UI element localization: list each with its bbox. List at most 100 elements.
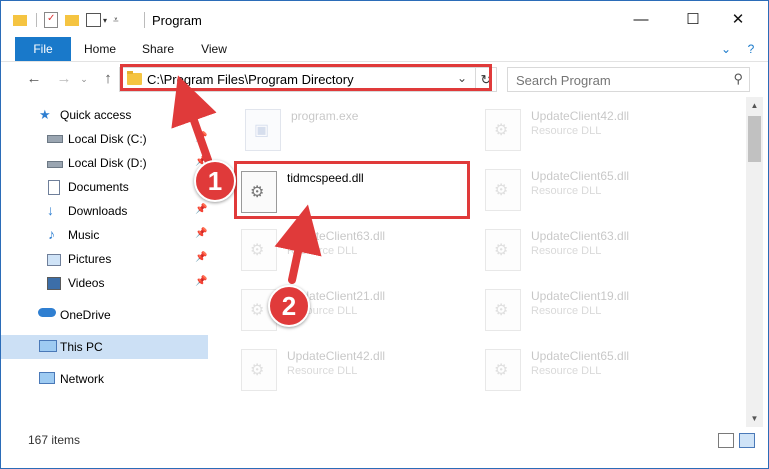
nav-item-label: Downloads [68,204,128,218]
help-icon[interactable]: ? [742,40,760,58]
nav-item-downloads[interactable]: ↓ Downloads 📌 [1,199,208,223]
list-item[interactable]: UpdateClient42.dll Resource DLL [241,345,451,395]
nav-quick-access[interactable]: ★ Quick access [1,103,208,127]
file-name: UpdateClient63.dll [287,229,386,243]
star-icon: ★ [39,107,51,122]
qa-dropdown-icon[interactable]: ⩡ [113,15,119,26]
search-box[interactable]: ⚲ [507,67,750,92]
forward-button[interactable]: → [53,69,75,89]
file-name: UpdateClient19.dll [531,289,630,303]
window-title: Program [152,13,202,28]
file-type: Resource DLL [531,365,602,377]
nav-item-label: OneDrive [60,308,111,322]
tab-home[interactable]: Home [79,37,121,61]
list-item[interactable]: UpdateClient42.dll Resource DLL [485,105,695,155]
folder-icon[interactable] [13,14,27,26]
nav-item-documents[interactable]: Documents 📌 [1,175,208,199]
nav-item-pictures[interactable]: Pictures 📌 [1,247,208,271]
nav-item-onedrive[interactable]: OneDrive [1,303,208,327]
nav-item-this-pc[interactable]: This PC [1,335,208,359]
minimize-button[interactable]: — [618,1,664,37]
nav-item-label: Videos [68,276,105,290]
file-name: UpdateClient63.dll [531,229,630,243]
nav-item-videos[interactable]: Videos 📌 [1,271,208,295]
list-item[interactable]: UpdateClient65.dll Resource DLL [485,345,695,395]
file-type: Resource DLL [531,305,602,317]
pin-icon[interactable]: 📌 [195,204,207,215]
chevron-down-icon[interactable]: ⌄ [717,40,735,58]
up-button[interactable]: ↑ [97,69,119,89]
nav-item-local-disk-c[interactable]: Local Disk (C:) 📌 [1,127,208,151]
file-name: program.exe [291,109,359,123]
dll-file-icon [241,229,277,271]
properties-icon[interactable]: ✓ [44,12,58,28]
customize-icon[interactable] [86,13,101,27]
separator [36,13,37,27]
nav-item-label: Documents [68,180,129,194]
pin-icon[interactable]: 📌 [195,252,207,263]
nav-quick-access-label: Quick access [60,108,132,122]
search-icon[interactable]: ⚲ [733,71,743,87]
large-icons-view-icon[interactable] [739,433,755,448]
list-item[interactable]: UpdateClient65.dll Resource DLL [485,165,695,215]
file-list: program.exe tidmcspeed.dll UpdateClient6… [213,97,746,427]
nav-item-local-disk-d[interactable]: Local Disk (D:) 📌 [1,151,208,175]
drive-icon [47,161,63,168]
file-name: UpdateClient65.dll [531,349,630,363]
nav-item-label: Network [60,372,105,386]
list-item[interactable]: UpdateClient63.dll Resource DLL [241,225,451,275]
pictures-icon [47,254,61,266]
dll-file-icon [485,229,521,271]
file-type: Resource DLL [531,185,602,197]
nav-item-label: Pictures [68,252,112,266]
back-button[interactable]: ← [23,69,45,89]
dll-file-icon [485,109,521,151]
vertical-scrollbar[interactable]: ▲ ▼ [746,97,763,427]
file-type: Resource DLL [531,245,602,257]
file-name: UpdateClient42.dll [531,109,630,123]
dll-file-icon [485,169,521,211]
scrollbar-thumb[interactable] [748,116,761,162]
nav-item-network[interactable]: Network [1,367,208,391]
dll-file-icon [241,349,277,391]
pin-icon[interactable]: 📌 [195,276,207,287]
file-type: Resource DLL [531,125,602,137]
maximize-button[interactable]: ☐ [670,1,716,37]
ribbon-tabs: File Home Share View ⌄ ? [1,37,768,62]
downloads-icon: ↓ [47,202,54,218]
scroll-up-icon[interactable]: ▲ [746,97,763,114]
nav-item-music[interactable]: ♪ Music 📌 [1,223,208,247]
documents-icon [48,180,60,195]
recent-locations-icon[interactable]: ⌄ [73,69,95,89]
file-name: UpdateClient65.dll [531,169,630,183]
pin-icon[interactable]: 📌 [195,132,207,143]
network-icon [39,372,55,384]
details-view-icon[interactable] [718,433,734,448]
search-input[interactable] [514,71,718,89]
videos-icon [47,277,61,290]
nav-item-label: Local Disk (D:) [68,156,147,170]
close-button[interactable]: ✕ [715,1,761,37]
navigation-pane: ★ Quick access Local Disk (C:) 📌 Local D… [1,97,211,427]
tab-share[interactable]: Share [137,37,179,61]
chevron-down-icon[interactable]: ▾ [103,16,107,25]
exe-file-icon [245,109,281,151]
step-badge-1: 1 [194,160,236,202]
status-bar: 167 items [1,427,768,451]
pin-icon[interactable]: 📌 [195,228,207,239]
nav-item-label: Local Disk (C:) [68,132,147,146]
nav-item-label: This PC [60,340,103,354]
dll-file-icon [485,289,521,331]
dll-file-icon [485,349,521,391]
tab-view[interactable]: View [195,37,233,61]
new-folder-icon[interactable] [65,14,79,26]
address-bar-highlight [120,64,492,91]
list-item[interactable]: UpdateClient19.dll Resource DLL [485,285,695,335]
file-type: Resource DLL [287,365,358,377]
file-highlight [234,161,470,219]
scroll-down-icon[interactable]: ▼ [746,410,763,427]
list-item[interactable]: UpdateClient63.dll Resource DLL [485,225,695,275]
quick-access-toolbar: ✓ ▾ ⩡ [13,12,119,28]
tab-file[interactable]: File [15,37,71,61]
list-item[interactable]: program.exe [245,105,455,155]
